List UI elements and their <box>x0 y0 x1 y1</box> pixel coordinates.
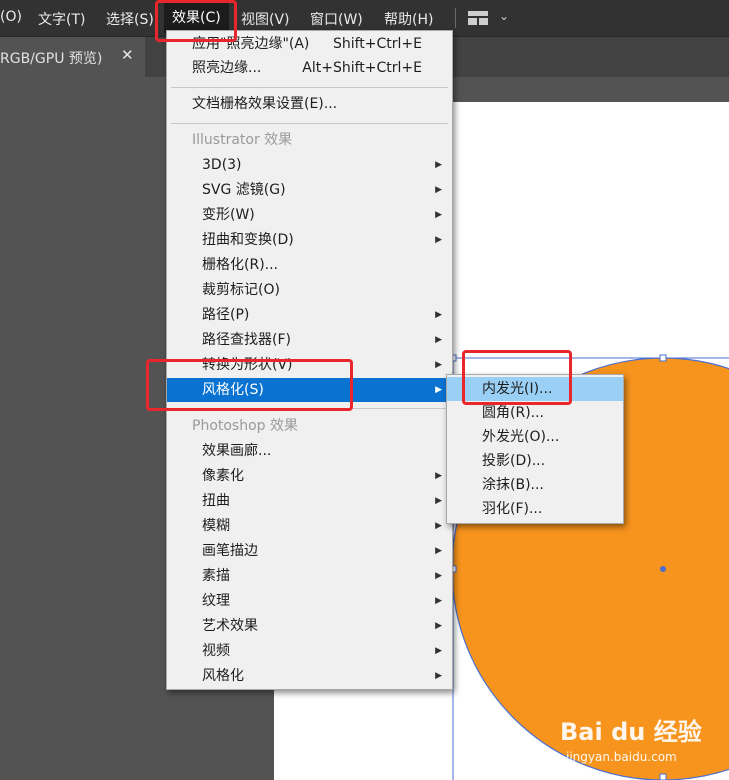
menu-item-stylize-photoshop[interactable]: 风格化 ▶ <box>167 664 452 688</box>
submenu-arrow-icon: ▶ <box>435 671 442 681</box>
menu-item-effect-gallery[interactable]: 效果画廊... <box>167 439 452 463</box>
menu-item-label: 风格化 <box>202 668 244 684</box>
menu-item-blur[interactable]: 模糊 ▶ <box>167 514 452 538</box>
menu-separator <box>171 123 448 124</box>
submenu-item-feather[interactable]: 羽化(F)... <box>447 497 623 521</box>
menu-item-label: 扭曲 <box>202 493 230 509</box>
menu-item-label: 像素化 <box>202 468 244 484</box>
menu-item-artistic[interactable]: 艺术效果 ▶ <box>167 614 452 638</box>
submenu-arrow-icon: ▶ <box>435 596 442 606</box>
menu-item-label: 栅格化(R)... <box>202 257 279 273</box>
annotation-highlight-effect-menu <box>155 0 237 42</box>
section-header-illustrator: Illustrator 效果 <box>192 132 293 148</box>
submenu-arrow-icon: ▶ <box>435 496 442 506</box>
watermark-url: jingyan.baidu.com <box>566 750 677 764</box>
submenu-arrow-icon: ▶ <box>435 185 442 195</box>
menu-item-label: 纹理 <box>202 593 230 609</box>
menu-item-label: 扭曲和变换(D) <box>202 232 294 248</box>
section-header-photoshop: Photoshop 效果 <box>192 418 299 434</box>
annotation-highlight-inner-glow <box>462 350 572 405</box>
submenu-arrow-icon: ▶ <box>435 546 442 556</box>
submenu-arrow-icon: ▶ <box>435 571 442 581</box>
menu-item-label: 羽化(F)... <box>482 501 543 517</box>
submenu-arrow-icon: ▶ <box>435 235 442 245</box>
submenu-arrow-icon: ▶ <box>435 521 442 531</box>
menu-item-path[interactable]: 路径(P) ▶ <box>167 303 452 327</box>
submenu-arrow-icon: ▶ <box>435 621 442 631</box>
menu-item-rasterize[interactable]: 栅格化(R)... <box>167 253 452 277</box>
submenu-arrow-icon: ▶ <box>435 210 442 220</box>
menu-item-shortcut: Alt+Shift+Ctrl+E <box>302 60 422 76</box>
menu-item-distort-transform[interactable]: 扭曲和变换(D) ▶ <box>167 228 452 252</box>
annotation-highlight-stylize <box>146 359 353 411</box>
menu-item-distort[interactable]: 扭曲 ▶ <box>167 489 452 513</box>
menu-item-raster-settings[interactable]: 文档栅格效果设置(E)... <box>167 92 452 116</box>
menu-item-label: 外发光(O)... <box>482 429 560 445</box>
menu-item-label: 3D(3) <box>202 157 242 173</box>
menu-item-label: 投影(D)... <box>482 453 546 469</box>
menu-item-svg-filters[interactable]: SVG 滤镜(G) ▶ <box>167 178 452 202</box>
menu-item-sketch[interactable]: 素描 ▶ <box>167 564 452 588</box>
submenu-item-scribble[interactable]: 涂抹(B)... <box>447 473 623 497</box>
menu-item-pixelate[interactable]: 像素化 ▶ <box>167 464 452 488</box>
submenu-arrow-icon: ▶ <box>435 310 442 320</box>
menu-item-crop-marks[interactable]: 裁剪标记(O) <box>167 278 452 302</box>
menu-item-shortcut: Shift+Ctrl+E <box>332 36 422 52</box>
submenu-arrow-icon: ▶ <box>435 646 442 656</box>
submenu-arrow-icon: ▶ <box>435 335 442 345</box>
menu-item-label: 照亮边缘... <box>192 60 262 76</box>
menu-item-label: 涂抹(B)... <box>482 477 544 493</box>
menu-item-label: 视频 <box>202 643 230 659</box>
selection-handle[interactable] <box>659 773 667 780</box>
menu-item-3d[interactable]: 3D(3) ▶ <box>167 153 452 177</box>
menu-item-label: 路径(P) <box>202 307 250 323</box>
baidu-logo: Bai du 经验 <box>560 718 702 746</box>
menu-item-pathfinder[interactable]: 路径查找器(F) ▶ <box>167 328 452 352</box>
submenu-arrow-icon: ▶ <box>435 471 442 481</box>
menu-item-label: 裁剪标记(O) <box>202 282 280 298</box>
menu-separator <box>171 87 448 88</box>
baidu-jingyan-watermark: Bai du 经验 jingyan.baidu.com <box>560 712 725 772</box>
menu-item-label: 画笔描边 <box>202 543 258 559</box>
submenu-arrow-icon: ▶ <box>435 360 442 370</box>
menu-item-video[interactable]: 视频 ▶ <box>167 639 452 663</box>
menu-item-warp[interactable]: 变形(W) ▶ <box>167 203 452 227</box>
menu-item-label: 模糊 <box>202 518 230 534</box>
center-point <box>660 566 666 572</box>
menu-item-label: 变形(W) <box>202 207 255 223</box>
menu-item-label: 效果画廊... <box>202 443 272 459</box>
menu-item-label: 文档栅格效果设置(E)... <box>192 96 338 112</box>
menu-item-texture[interactable]: 纹理 ▶ <box>167 589 452 613</box>
menu-item-brush-strokes[interactable]: 画笔描边 ▶ <box>167 539 452 563</box>
menu-item-label: 素描 <box>202 568 230 584</box>
menu-item-last-effect[interactable]: 照亮边缘... Alt+Shift+Ctrl+E <box>167 56 452 80</box>
submenu-item-drop-shadow[interactable]: 投影(D)... <box>447 449 623 473</box>
menu-item-label: SVG 滤镜(G) <box>202 182 286 198</box>
submenu-arrow-icon: ▶ <box>435 385 442 395</box>
submenu-item-outer-glow[interactable]: 外发光(O)... <box>447 425 623 449</box>
menu-item-label: 艺术效果 <box>202 618 258 634</box>
submenu-arrow-icon: ▶ <box>435 160 442 170</box>
selection-handle[interactable] <box>659 354 667 362</box>
menu-item-label: 路径查找器(F) <box>202 332 291 348</box>
